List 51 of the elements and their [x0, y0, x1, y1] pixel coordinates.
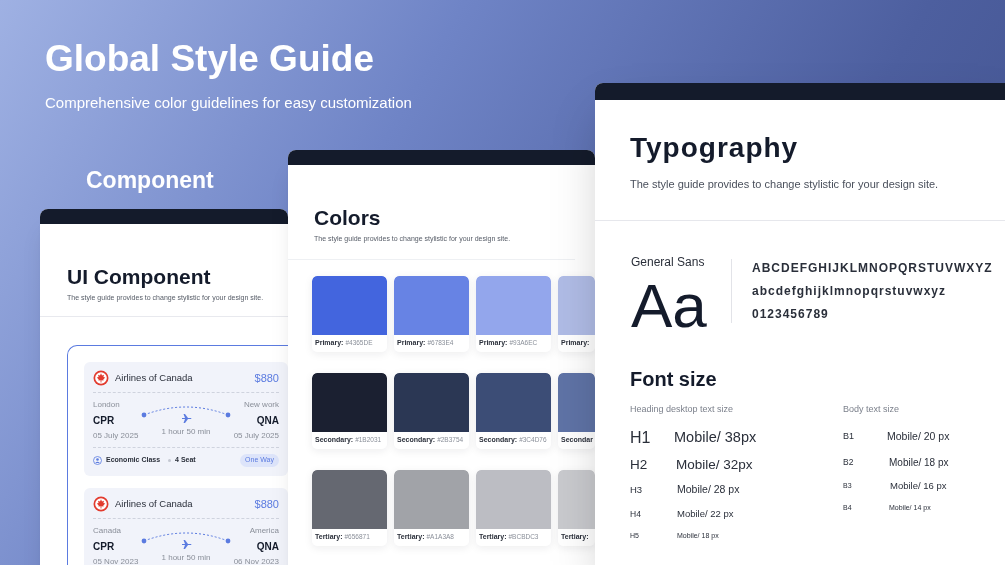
- font-sample: Aa: [631, 274, 708, 337]
- glyph-line: 0123456789: [752, 305, 830, 323]
- flight-price: $880: [254, 496, 279, 512]
- glyph-line: abcdefghijklmnopqrstuvwxyz: [752, 282, 948, 300]
- panel-title: UI Component: [67, 266, 212, 287]
- city-name: America: [249, 525, 279, 537]
- flight-price: $880: [254, 370, 279, 386]
- airline-name: Airlines of Canada: [115, 496, 193, 511]
- airport-code: QNA: [256, 414, 279, 428]
- size-spec: Mobile/ 38px: [674, 428, 757, 448]
- city-name: New work: [243, 399, 279, 411]
- airport-code: CPR: [93, 540, 115, 554]
- city-name: Canada: [93, 525, 122, 537]
- city-name: London: [93, 399, 120, 411]
- flight-duration: 1 hour 50 min: [161, 552, 211, 564]
- airplane-icon: [180, 539, 192, 550]
- section-title: Font size: [630, 368, 718, 389]
- person-icon: [93, 455, 102, 465]
- size-tag: B1: [843, 430, 887, 444]
- size-spec: Mobile/ 16 px: [890, 478, 947, 493]
- airline-name: Airlines of Canada: [115, 370, 193, 385]
- airport-code: CPR: [93, 414, 115, 428]
- panel-title: Typography: [630, 134, 800, 162]
- column-label: Heading desktop text size: [630, 402, 735, 416]
- glyph-line: ABCDEFGHIJKLMNOPQRSTUVWXYZ: [752, 259, 993, 277]
- maple-leaf-logo-icon: [93, 495, 109, 512]
- size-tag: B2: [843, 455, 889, 469]
- size-spec: Mobile/ 28 px: [677, 482, 740, 498]
- size-spec: Mobile/ 20 px: [887, 429, 950, 445]
- flight-date: 05 July 2025: [93, 430, 139, 442]
- airport-code: QNA: [256, 540, 279, 554]
- size-spec: Mobile/ 22 px: [677, 506, 734, 521]
- page-title: Global Style Guide: [45, 37, 374, 81]
- panel-title: Colors: [314, 207, 382, 228]
- page-subtitle: Comprehensive color guidelines for easy customization: [45, 93, 412, 113]
- size-tag: H3: [630, 482, 677, 498]
- size-tag: H2: [630, 454, 676, 476]
- panel-subtitle: The style guide provides to change stylistic for your design site.: [630, 177, 940, 192]
- size-tag: H1: [630, 426, 674, 450]
- flight-date: 05 July 2025: [233, 430, 279, 442]
- column-label: Body text size: [843, 402, 901, 416]
- airplane-icon: [180, 413, 192, 424]
- section-label: Component: [86, 166, 214, 195]
- size-tag: H4: [630, 507, 677, 521]
- flight-duration: 1 hour 50 min: [161, 426, 211, 438]
- font-name: General Sans: [631, 253, 706, 271]
- maple-leaf-logo-icon: [93, 369, 109, 386]
- flight-date: 06 Nov 2023: [233, 556, 279, 565]
- size-spec: Mobile/ 18 px: [889, 455, 949, 470]
- size-spec: Mobile/ 32px: [676, 455, 753, 474]
- flight-date: 05 Nov 2023: [93, 556, 139, 565]
